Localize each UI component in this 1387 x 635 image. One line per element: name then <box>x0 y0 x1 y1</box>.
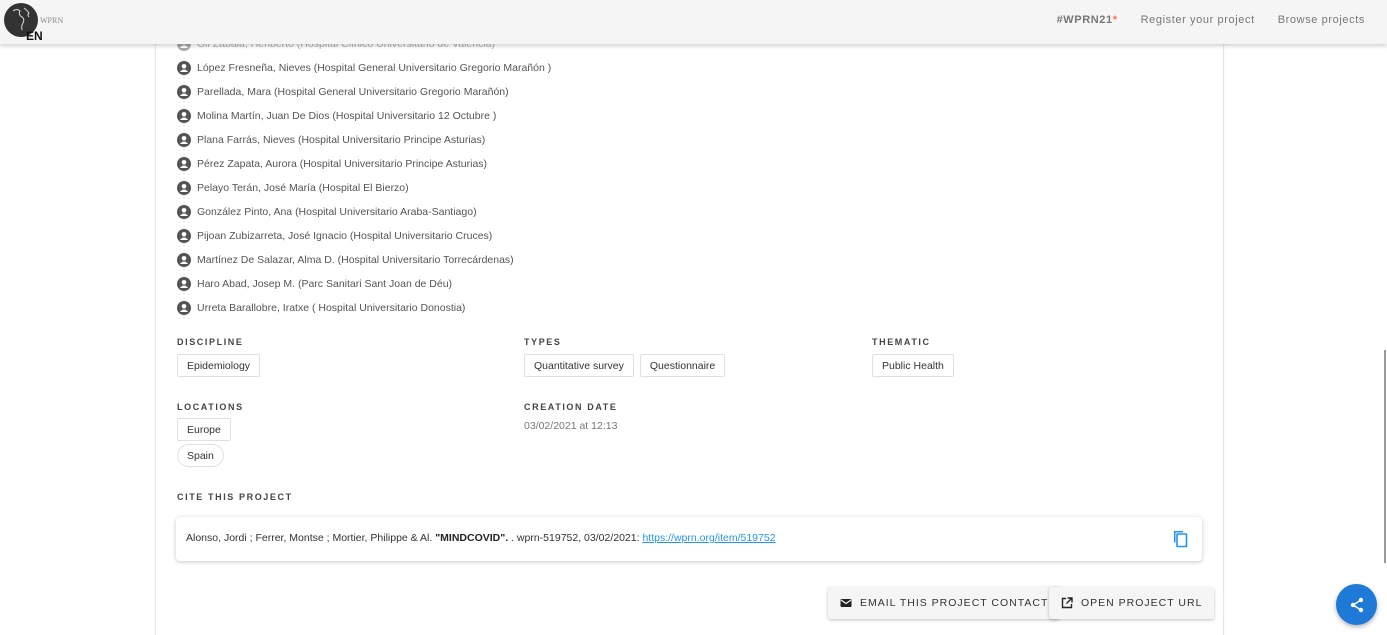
account-circle-icon <box>177 253 191 267</box>
type-chip[interactable]: Quantitative survey <box>524 354 634 377</box>
cite-label: CITE THIS PROJECT <box>177 492 293 502</box>
account-circle-icon <box>177 181 191 195</box>
contributor-item: González Pinto, Ana (Hospital Universita… <box>177 200 551 224</box>
share-button[interactable] <box>1336 584 1377 625</box>
location-chip[interactable]: Spain <box>177 444 224 467</box>
open-in-new-icon <box>1061 597 1073 609</box>
contributor-name: Haro Abad, Josep M. (Parc Sanitari Sant … <box>197 278 453 290</box>
contributor-name: González Pinto, Ana (Hospital Universita… <box>197 206 477 218</box>
contributor-item: Haro Abad, Josep M. (Parc Sanitari Sant … <box>177 272 551 296</box>
citation-link[interactable]: https://wprn.org/item/519752 <box>642 532 775 544</box>
locations-label: LOCATIONS <box>177 402 244 412</box>
account-circle-icon <box>177 205 191 219</box>
top-navbar: WPRN EN #WPRN21* Register your project B… <box>0 0 1387 44</box>
location-chip[interactable]: Europe <box>177 418 231 441</box>
types-label: TYPES <box>524 337 562 347</box>
contributor-item: Martínez De Salazar, Alma D. (Hospital U… <box>177 248 551 272</box>
account-circle-icon <box>177 301 191 315</box>
discipline-label: DISCIPLINE <box>177 337 244 347</box>
locations-chips: Europe <box>177 418 231 441</box>
discipline-chip[interactable]: Epidemiology <box>177 354 261 377</box>
contributor-item: Pijoan Zubizarreta, José Ignacio (Hospit… <box>177 224 551 248</box>
creation-date-label: CREATION DATE <box>524 402 618 412</box>
main-nav: #WPRN21* Register your project Browse pr… <box>1057 14 1365 26</box>
contributor-name: Molina Martín, Juan De Dios (Hospital Un… <box>197 110 497 122</box>
contributors-list: Gil Zabala, Heriberto (Hospital Clínico … <box>177 32 551 320</box>
logo-text: WPRN <box>40 16 64 25</box>
email-contact-button[interactable]: EMAIL THIS PROJECT CONTACT <box>828 587 1061 619</box>
contributor-item: López Fresneña, Nieves (Hospital General… <box>177 56 551 80</box>
page-scrollbar[interactable] <box>1384 350 1386 563</box>
creation-date-value: 03/02/2021 at 12:13 <box>524 420 618 432</box>
copy-icon[interactable] <box>1172 530 1188 548</box>
nav-register-link[interactable]: Register your project <box>1141 14 1255 26</box>
nav-browse-link[interactable]: Browse projects <box>1278 14 1365 26</box>
locations-chips-2: Spain <box>177 444 224 467</box>
thematic-chips: Public Health <box>872 354 954 377</box>
contributor-item: Pérez Zapata, Aurora (Hospital Universit… <box>177 152 551 176</box>
account-circle-icon <box>177 85 191 99</box>
citation-text: Alonso, Jordi ; Ferrer, Montse ; Mortier… <box>186 532 776 544</box>
contributor-item: Parellada, Mara (Hospital General Univer… <box>177 80 551 104</box>
thematic-chip[interactable]: Public Health <box>872 354 954 377</box>
type-chip[interactable]: Questionnaire <box>639 354 726 377</box>
contributor-name: Parellada, Mara (Hospital General Univer… <box>197 86 509 98</box>
contributor-name: Martínez De Salazar, Alma D. (Hospital U… <box>197 254 514 266</box>
contributor-item: Molina Martín, Juan De Dios (Hospital Un… <box>177 104 551 128</box>
language-switcher[interactable]: EN <box>26 29 43 43</box>
share-icon <box>1350 597 1363 612</box>
types-chips: Quantitative survey Questionnaire <box>524 354 726 377</box>
discipline-chips: Epidemiology <box>177 354 261 377</box>
citation-box: Alonso, Jordi ; Ferrer, Montse ; Mortier… <box>176 517 1202 561</box>
nav-hashtag-link[interactable]: #WPRN21* <box>1057 14 1118 26</box>
contributor-name: Plana Farrás, Nieves (Hospital Universit… <box>197 134 486 146</box>
contributor-name: Pérez Zapata, Aurora (Hospital Universit… <box>197 158 488 170</box>
contributor-item: Pelayo Terán, José María (Hospital El Bi… <box>177 176 551 200</box>
contributor-name: López Fresneña, Nieves (Hospital General… <box>197 62 552 74</box>
mail-icon <box>840 599 852 607</box>
open-project-url-button[interactable]: OPEN PROJECT URL <box>1049 587 1215 619</box>
account-circle-icon <box>177 229 191 243</box>
contributor-name: Pijoan Zubizarreta, José Ignacio (Hospit… <box>197 230 493 242</box>
account-circle-icon <box>177 133 191 147</box>
contributor-name: Urreta Barallobre, Iratxe ( Hospital Uni… <box>197 302 466 314</box>
account-circle-icon <box>177 61 191 75</box>
contributor-item: Plana Farrás, Nieves (Hospital Universit… <box>177 128 551 152</box>
account-circle-icon <box>177 157 191 171</box>
account-circle-icon <box>177 109 191 123</box>
account-circle-icon <box>177 277 191 291</box>
contributor-item: Urreta Barallobre, Iratxe ( Hospital Uni… <box>177 296 551 320</box>
contributor-name: Pelayo Terán, José María (Hospital El Bi… <box>197 182 409 194</box>
thematic-label: THEMATIC <box>872 337 931 347</box>
